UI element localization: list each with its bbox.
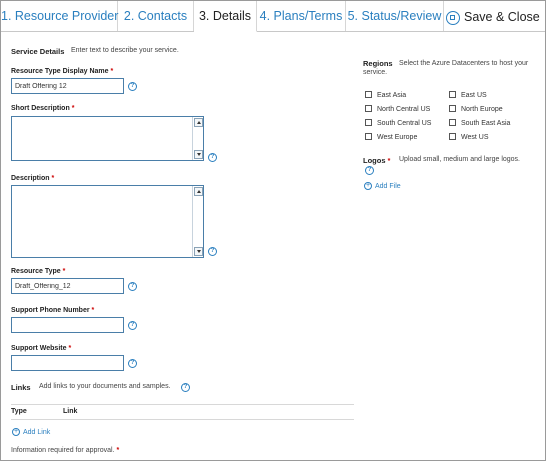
regions-hint: Select the Azure Datacenters to host you…: [363, 60, 529, 76]
scroll-down-icon[interactable]: [194, 150, 203, 159]
display-name-help-icon[interactable]: ?: [128, 82, 137, 91]
links-hint: Add links to your documents and samples.: [39, 383, 171, 390]
add-link-icon[interactable]: +: [12, 428, 20, 436]
links-heading: Links: [11, 383, 31, 392]
region-south-east-asia-checkbox[interactable]: [449, 119, 456, 126]
links-divider: [11, 404, 354, 405]
save-icon: [446, 11, 460, 25]
display-name-input[interactable]: [11, 78, 124, 94]
scroll-up-icon[interactable]: [194, 187, 203, 196]
add-file-icon[interactable]: +: [364, 182, 372, 190]
add-file-button[interactable]: Add File: [375, 183, 401, 190]
region-west-us-label: West US: [461, 134, 489, 141]
region-east-asia-label: East Asia: [377, 92, 407, 99]
resource-type-help-icon[interactable]: ?: [128, 282, 137, 291]
region-west-us-checkbox[interactable]: [449, 133, 456, 140]
description-label: Description *: [11, 175, 55, 182]
description-help-icon[interactable]: ?: [208, 247, 217, 256]
support-website-help-icon[interactable]: ?: [128, 359, 137, 368]
region-north-europe-label: North Europe: [461, 106, 503, 113]
support-phone-help-icon[interactable]: ?: [128, 321, 137, 330]
support-website-input[interactable]: [11, 355, 124, 371]
region-north-europe-checkbox[interactable]: [449, 105, 456, 112]
region-north-central-us-label: North Central US: [377, 106, 431, 113]
region-east-us-checkbox[interactable]: [449, 91, 456, 98]
wizard-tabs: 1. Resource Provider 2. Contacts 3. Deta…: [1, 1, 545, 32]
tab-resource-provider[interactable]: 1. Resource Provider: [1, 1, 118, 31]
scroll-down-icon[interactable]: [194, 247, 203, 256]
region-north-central-us-checkbox[interactable]: [365, 105, 372, 112]
short-description-textarea[interactable]: [11, 116, 204, 161]
service-details-heading: Service Details: [11, 47, 65, 56]
support-website-label: Support Website *: [11, 345, 72, 352]
description-scrollbar[interactable]: [192, 186, 203, 257]
tab-contacts[interactable]: 2. Contacts: [118, 1, 194, 31]
short-description-help-icon[interactable]: ?: [208, 153, 217, 162]
links-col-link: Link: [63, 408, 78, 415]
wizard-window: 1. Resource Provider 2. Contacts 3. Deta…: [0, 0, 546, 461]
short-description-label: Short Description *: [11, 105, 75, 112]
region-south-central-us-label: South Central US: [377, 120, 432, 127]
resource-type-label: Resource Type *: [11, 268, 66, 275]
logos-help-icon[interactable]: ?: [365, 166, 374, 175]
links-help-icon[interactable]: ?: [181, 383, 190, 392]
display-name-label: Resource Type Display Name *: [11, 68, 114, 75]
logos-hint: Upload small, medium and large logos.: [399, 156, 521, 163]
region-south-east-asia-label: South East Asia: [461, 120, 511, 127]
tab-details[interactable]: 3. Details: [194, 1, 257, 32]
links-col-type: Type: [11, 408, 27, 415]
support-phone-input[interactable]: [11, 317, 124, 333]
resource-type-input[interactable]: [11, 278, 124, 294]
region-east-asia-checkbox[interactable]: [365, 91, 372, 98]
region-west-europe-checkbox[interactable]: [365, 133, 372, 140]
scroll-up-icon[interactable]: [194, 118, 203, 127]
region-west-europe-label: West Europe: [377, 134, 418, 141]
tab-status-review[interactable]: 5. Status/Review: [346, 1, 444, 31]
save-close-label: Save & Close: [464, 10, 540, 24]
logos-heading: Logos *: [363, 156, 391, 165]
footnote: Information required for approval. *: [11, 447, 120, 454]
save-close-button[interactable]: Save & Close: [446, 5, 540, 29]
tab-plans-terms[interactable]: 4. Plans/Terms: [257, 1, 346, 31]
support-phone-label: Support Phone Number *: [11, 307, 95, 314]
region-east-us-label: East US: [461, 92, 487, 99]
short-description-scrollbar[interactable]: [192, 117, 203, 160]
add-link-button[interactable]: Add Link: [23, 429, 50, 436]
region-south-central-us-checkbox[interactable]: [365, 119, 372, 126]
links-table-divider: [11, 419, 354, 420]
description-textarea[interactable]: [11, 185, 204, 258]
service-details-hint: Enter text to describe your service.: [71, 47, 179, 54]
